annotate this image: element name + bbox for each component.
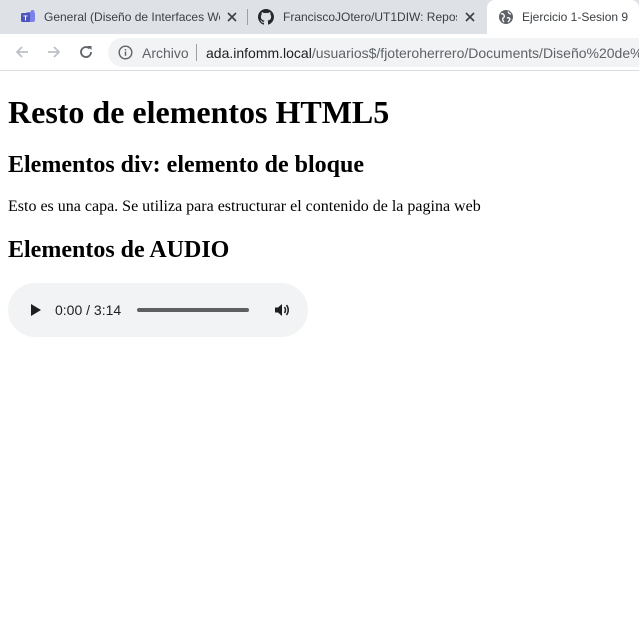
address-divider [196, 44, 197, 61]
svg-text:T: T [23, 16, 28, 23]
forward-icon[interactable] [43, 41, 65, 63]
reload-icon[interactable] [75, 41, 97, 63]
close-icon[interactable] [463, 10, 477, 24]
section-div-text: Esto es una capa. Se utiliza para estruc… [8, 198, 481, 215]
tab-title: Ejercicio 1-Sesion 9 [522, 10, 629, 24]
tab-teams[interactable]: T General (Diseño de Interfaces We [12, 0, 248, 34]
audio-progress-track[interactable] [137, 308, 249, 312]
address-url[interactable]: ada.infomm.local/usuarios$/fjoteroherrer… [206, 45, 639, 61]
back-icon[interactable] [11, 41, 33, 63]
section-div-heading: Elementos div: elemento de bloque [8, 152, 364, 178]
tab-title: FranciscoJOtero/UT1DIW: Reposi [283, 10, 457, 24]
tab-ejercicio[interactable]: Ejercicio 1-Sesion 9 [487, 0, 639, 34]
info-icon[interactable] [118, 45, 133, 60]
address-scheme-label: Archivo [142, 45, 189, 61]
tab-strip: T General (Diseño de Interfaces We Franc… [0, 0, 639, 34]
close-icon[interactable] [225, 10, 239, 24]
globe-icon [498, 9, 514, 25]
audio-player: 0:00 / 3:14 [8, 283, 308, 337]
browser-toolbar: Archivo ada.infomm.local/usuarios$/fjote… [0, 34, 639, 71]
audio-time: 0:00 / 3:14 [55, 302, 122, 318]
tab-title: General (Diseño de Interfaces We [44, 10, 220, 24]
address-bar[interactable]: Archivo ada.infomm.local/usuarios$/fjote… [108, 38, 639, 67]
github-icon [258, 9, 274, 25]
page-title: Resto de elementos HTML5 [8, 94, 390, 130]
tab-separator [247, 9, 248, 25]
play-icon[interactable] [26, 300, 46, 320]
tab-github[interactable]: FranciscoJOtero/UT1DIW: Reposi [250, 0, 486, 34]
teams-icon: T [20, 9, 36, 25]
address-host: ada.infomm.local [206, 45, 312, 61]
section-audio-heading: Elementos de AUDIO [8, 237, 230, 263]
address-path: /usuarios$/fjoteroherrero/Documents/Dise… [311, 45, 639, 61]
volume-icon[interactable] [272, 300, 292, 320]
